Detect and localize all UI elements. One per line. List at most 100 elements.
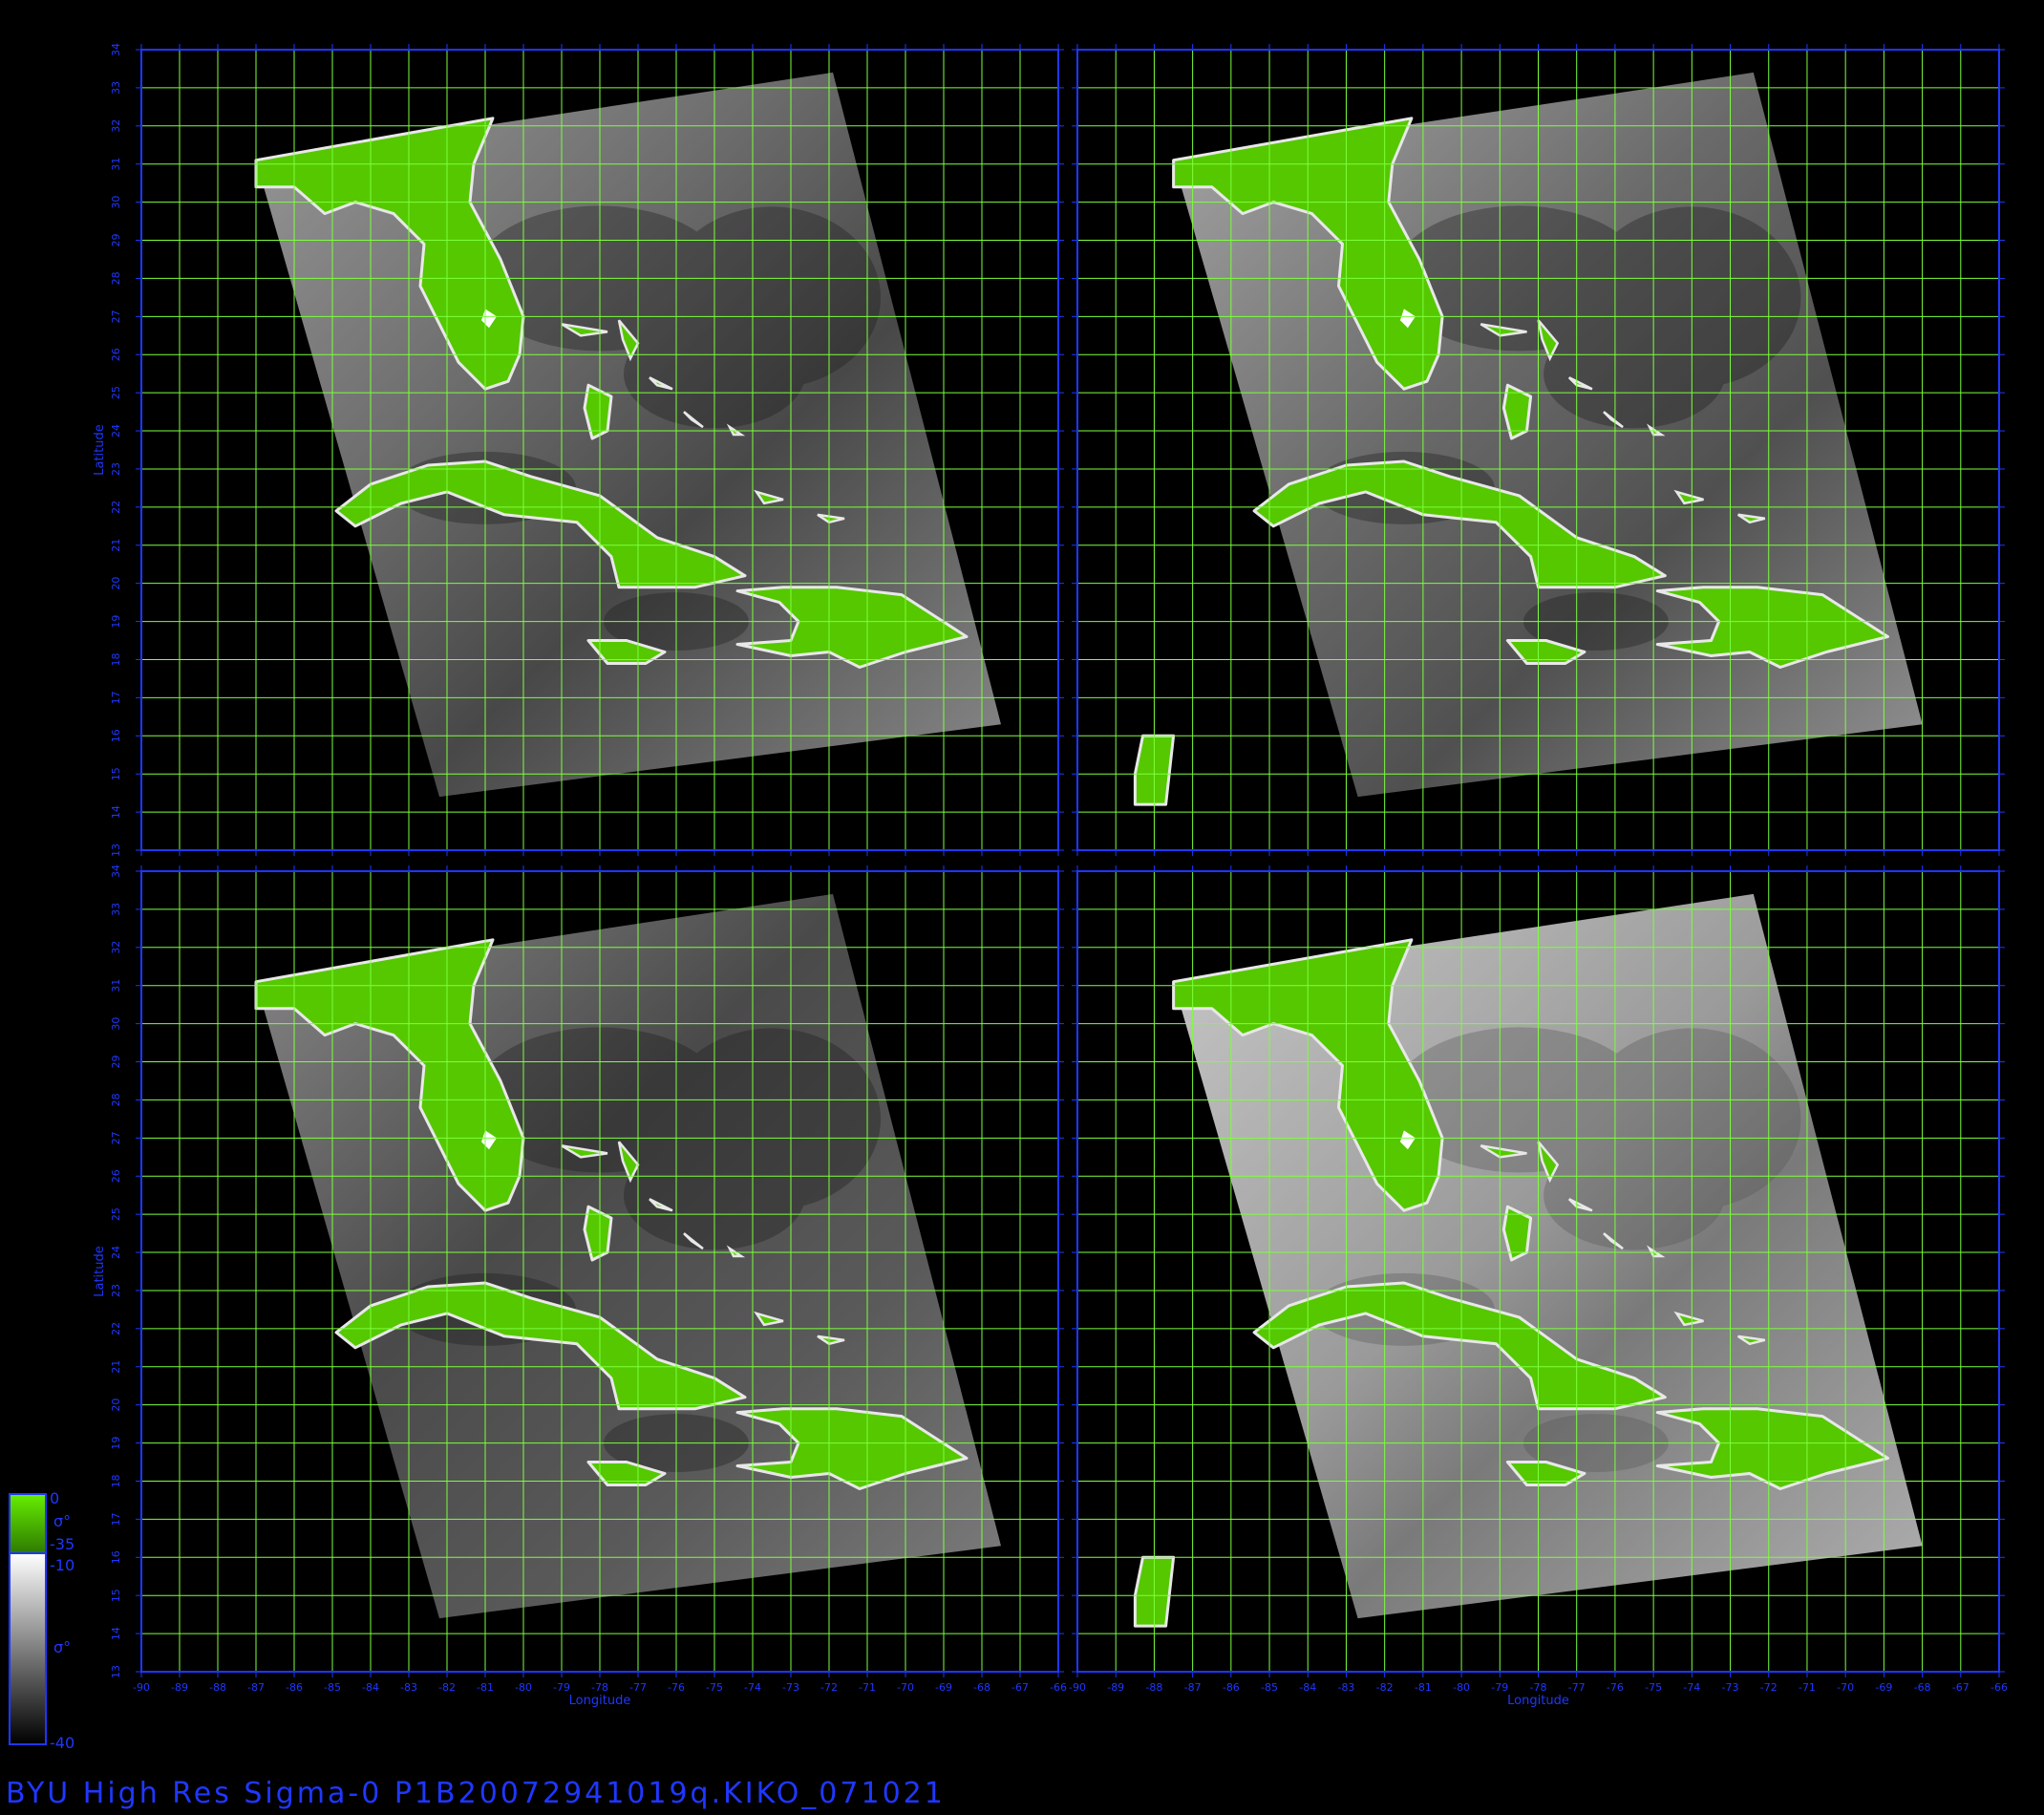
lat-tick-label: 28	[110, 271, 122, 285]
lon-tick-label: -75	[706, 1681, 723, 1694]
x-axis-label: Longitude	[1507, 1694, 1569, 1708]
lat-tick-label: 13	[110, 843, 122, 857]
lon-tick-label: -81	[477, 1681, 494, 1694]
lon-tick-label: -72	[820, 1681, 838, 1694]
lat-tick-label: 20	[110, 577, 122, 590]
ocean-colorbar	[9, 1552, 47, 1745]
lat-tick-label: 33	[110, 81, 122, 95]
lon-tick-label: -73	[782, 1681, 799, 1694]
lon-tick-label: -78	[1530, 1681, 1547, 1694]
lon-tick-label: -80	[515, 1681, 532, 1694]
land-colorbar-min: -35	[50, 1535, 75, 1553]
lon-tick-label: -67	[1952, 1681, 1969, 1694]
lat-tick-label: 27	[110, 1131, 122, 1144]
ocean-colorbar-unit: σ°	[53, 1638, 71, 1656]
panels: 13 14 15 16 17 18 19 20 21 22 23 24 25 26 27 28 29 30 31 32…	[93, 43, 2008, 1708]
x-axis-label: Longitude	[569, 1694, 631, 1708]
lat-tick-label: 14	[110, 805, 122, 819]
lat-tick-label: 18	[110, 652, 122, 666]
lat-tick-label: 19	[110, 615, 122, 629]
scatterometer-figure: 13 14 15 16 17 18 19 20 21 22 23 24 25 26 27 28 29 30 31 32…	[9, 43, 2008, 1752]
lat-tick-label: 34	[110, 865, 122, 878]
lat-tick-label: 31	[110, 158, 122, 171]
lat-tick-label: 30	[110, 1017, 122, 1031]
land-colorbar-max: 0	[50, 1489, 59, 1507]
texture-patch	[1544, 1141, 1726, 1250]
lat-tick-label: 18	[110, 1474, 122, 1487]
lat-tick-label: 21	[110, 1360, 122, 1374]
figure-title: BYU High Res Sigma-0 P1B20072941019q.KIK…	[6, 1777, 946, 1810]
lat-tick-label: 25	[110, 1207, 122, 1221]
lon-tick-label: -70	[1837, 1681, 1854, 1694]
lon-tick-label: -71	[1799, 1681, 1816, 1694]
lat-tick-label: 14	[110, 1627, 122, 1640]
lon-tick-label: -79	[1491, 1681, 1508, 1694]
lat-tick-label: 17	[110, 691, 122, 704]
lat-tick-label: 22	[110, 501, 122, 514]
lat-tick-label: 26	[110, 1169, 122, 1183]
lat-tick-label: 25	[110, 386, 122, 399]
lon-tick-label: -77	[629, 1681, 647, 1694]
map-panel-bottom-left: -90 -89 -88 -87 -86 -85 -84 -83 -82 -81 -80 -79 -78 -…	[93, 865, 1067, 1708]
lat-tick-label: 32	[110, 119, 122, 133]
lat-tick-label: 32	[110, 941, 122, 954]
lon-tick-label: -66	[1991, 1681, 2008, 1694]
lat-tick-label: 34	[110, 43, 122, 56]
lat-tick-label: 17	[110, 1512, 122, 1526]
lon-tick-label: -77	[1568, 1681, 1586, 1694]
lon-tick-label: -78	[591, 1681, 608, 1694]
texture-patch	[1544, 319, 1726, 429]
lat-tick-label: 29	[110, 234, 122, 247]
map-panel-bottom-right: -90 -89 -88 -87 -86 -85 -84 -83 -82 -81 -80 -79 -78 -…	[1069, 865, 2008, 1708]
lat-tick-label: 31	[110, 979, 122, 993]
lon-tick-label: -87	[1184, 1681, 1202, 1694]
lon-tick-label: -90	[133, 1681, 150, 1694]
lon-tick-label: -79	[553, 1681, 570, 1694]
lat-tick-label: 20	[110, 1399, 122, 1412]
lon-tick-label: -73	[1722, 1681, 1739, 1694]
lon-tick-label: -80	[1453, 1681, 1470, 1694]
lon-tick-label: -70	[897, 1681, 914, 1694]
lat-tick-label: 33	[110, 903, 122, 916]
lat-tick-label: 30	[110, 196, 122, 209]
lon-tick-label: -69	[1875, 1681, 1892, 1694]
lat-tick-label: 23	[110, 1284, 122, 1297]
lon-tick-label: -85	[1261, 1681, 1278, 1694]
lon-tick-label: -75	[1645, 1681, 1662, 1694]
lat-tick-label: 15	[110, 1589, 122, 1602]
lat-tick-label: 16	[110, 1550, 122, 1564]
lon-tick-label: -81	[1415, 1681, 1432, 1694]
lon-tick-label: -74	[1683, 1681, 1700, 1694]
lat-tick-label: 21	[110, 539, 122, 552]
lon-tick-label: -68	[973, 1681, 990, 1694]
lat-tick-label: 24	[110, 424, 122, 438]
lon-tick-label: -72	[1760, 1681, 1778, 1694]
lon-tick-label: -67	[1011, 1681, 1029, 1694]
lat-tick-label: 13	[110, 1665, 122, 1678]
lat-tick-label: 24	[110, 1246, 122, 1259]
lon-tick-label: -90	[1069, 1681, 1086, 1694]
lat-tick-label: 28	[110, 1093, 122, 1106]
lon-tick-label: -86	[1223, 1681, 1240, 1694]
lat-tick-label: 27	[110, 310, 122, 323]
lat-tick-label: 16	[110, 729, 122, 742]
lon-tick-label: -89	[171, 1681, 188, 1694]
y-axis-label: Latitude	[93, 1246, 107, 1297]
land-colorbar	[9, 1493, 47, 1554]
lon-tick-label: -84	[362, 1681, 379, 1694]
lat-tick-label: 23	[110, 462, 122, 476]
lon-tick-label: -83	[400, 1681, 417, 1694]
map-panel-top-right	[1072, 44, 2005, 856]
lat-tick-label: 22	[110, 1322, 122, 1335]
lon-tick-label: -88	[1145, 1681, 1162, 1694]
ocean-colorbar-max: -10	[50, 1556, 75, 1574]
lon-tick-label: -66	[1050, 1681, 1067, 1694]
lon-tick-label: -89	[1107, 1681, 1124, 1694]
lon-tick-label: -82	[438, 1681, 456, 1694]
lon-tick-label: -74	[744, 1681, 761, 1694]
lat-tick-label: 19	[110, 1437, 122, 1450]
lon-tick-label: -84	[1299, 1681, 1316, 1694]
lon-tick-label: -71	[859, 1681, 876, 1694]
lon-tick-label: -86	[286, 1681, 303, 1694]
lon-tick-label: -82	[1376, 1681, 1394, 1694]
